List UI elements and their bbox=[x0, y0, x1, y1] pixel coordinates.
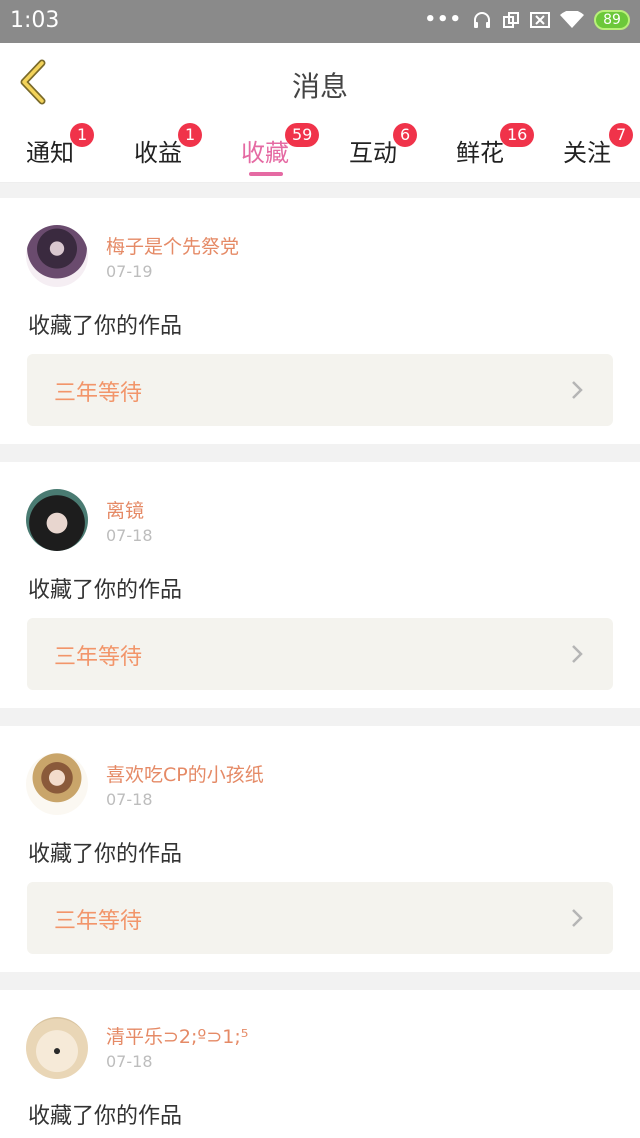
active-tab-indicator bbox=[249, 172, 283, 176]
tab-notice[interactable]: 通知 1 bbox=[26, 123, 95, 168]
tab-label: 收益 bbox=[134, 139, 182, 167]
message-card: 梅子是个先祭党 07-19 收藏了你的作品 三年等待 bbox=[0, 198, 640, 444]
nav-bar: 消息 bbox=[0, 43, 640, 121]
tab-label: 鲜花 bbox=[456, 139, 504, 167]
tab-favorites[interactable]: 收藏 59 bbox=[241, 123, 320, 168]
tab-badge: 7 bbox=[609, 123, 634, 147]
tab-badge: 6 bbox=[393, 123, 418, 147]
action-text: 收藏了你的作品 bbox=[28, 578, 183, 603]
avatar[interactable] bbox=[26, 753, 88, 815]
tab-label: 收藏 bbox=[241, 139, 289, 167]
work-title: 三年等待 bbox=[54, 381, 143, 406]
tab-follow[interactable]: 关注 7 bbox=[563, 123, 634, 168]
work-title: 三年等待 bbox=[54, 909, 143, 934]
work-link[interactable]: 三年等待 bbox=[27, 618, 613, 690]
work-link[interactable]: 三年等待 bbox=[27, 354, 613, 426]
wifi-icon bbox=[560, 10, 584, 28]
message-date: 07-18 bbox=[106, 790, 153, 809]
message-card: 喜欢吃CP的小孩纸 07-18 收藏了你的作品 三年等待 bbox=[0, 726, 640, 972]
tab-flowers[interactable]: 鲜花 16 bbox=[456, 123, 535, 168]
tab-badge: 1 bbox=[70, 123, 95, 147]
user-name[interactable]: 梅子是个先祭党 bbox=[106, 232, 239, 259]
battery-icon: 89 bbox=[594, 9, 630, 30]
tab-label: 互动 bbox=[349, 139, 397, 167]
user-name[interactable]: 喜欢吃CP的小孩纸 bbox=[106, 760, 264, 787]
avatar[interactable] bbox=[26, 489, 88, 551]
message-card: 清平乐⊃2;º⊃1;⁵ 07-18 收藏了你的作品 bbox=[0, 990, 640, 1138]
chevron-right-icon bbox=[572, 645, 583, 663]
status-time: 1:03 bbox=[10, 8, 60, 33]
tab-label: 通知 bbox=[26, 139, 74, 167]
message-card: 离镜 07-18 收藏了你的作品 三年等待 bbox=[0, 462, 640, 708]
tab-badge: 1 bbox=[178, 123, 203, 147]
message-date: 07-19 bbox=[106, 262, 153, 281]
action-text: 收藏了你的作品 bbox=[28, 314, 183, 339]
message-tabs: 通知 1 收益 1 收藏 59 互动 6 鲜花 16 关注 7 bbox=[0, 121, 640, 183]
tab-badge: 59 bbox=[285, 123, 320, 147]
tab-badge: 16 bbox=[500, 123, 535, 147]
tab-earnings[interactable]: 收益 1 bbox=[134, 123, 203, 168]
chevron-right-icon bbox=[572, 381, 583, 399]
message-date: 07-18 bbox=[106, 1052, 153, 1071]
more-dots-icon: ••• bbox=[424, 9, 462, 30]
avatar[interactable] bbox=[26, 1017, 88, 1079]
avatar[interactable] bbox=[26, 225, 88, 287]
tab-interaction[interactable]: 互动 6 bbox=[349, 123, 418, 168]
chevron-right-icon bbox=[572, 909, 583, 927]
work-title: 三年等待 bbox=[54, 645, 143, 670]
no-sim-icon bbox=[530, 11, 550, 28]
work-link[interactable]: 三年等待 bbox=[27, 882, 613, 954]
rotate-icon bbox=[503, 11, 519, 28]
page-title: 消息 bbox=[291, 70, 348, 103]
headphones-icon bbox=[474, 11, 490, 28]
tab-label: 关注 bbox=[563, 139, 611, 167]
user-name[interactable]: 清平乐⊃2;º⊃1;⁵ bbox=[106, 1022, 248, 1049]
action-text: 收藏了你的作品 bbox=[28, 1104, 183, 1129]
action-text: 收藏了你的作品 bbox=[28, 842, 183, 867]
status-bar: 1:03 ••• 89 bbox=[0, 0, 640, 43]
status-icons: ••• 89 bbox=[424, 9, 630, 30]
message-date: 07-18 bbox=[106, 526, 153, 545]
user-name[interactable]: 离镜 bbox=[106, 496, 144, 523]
